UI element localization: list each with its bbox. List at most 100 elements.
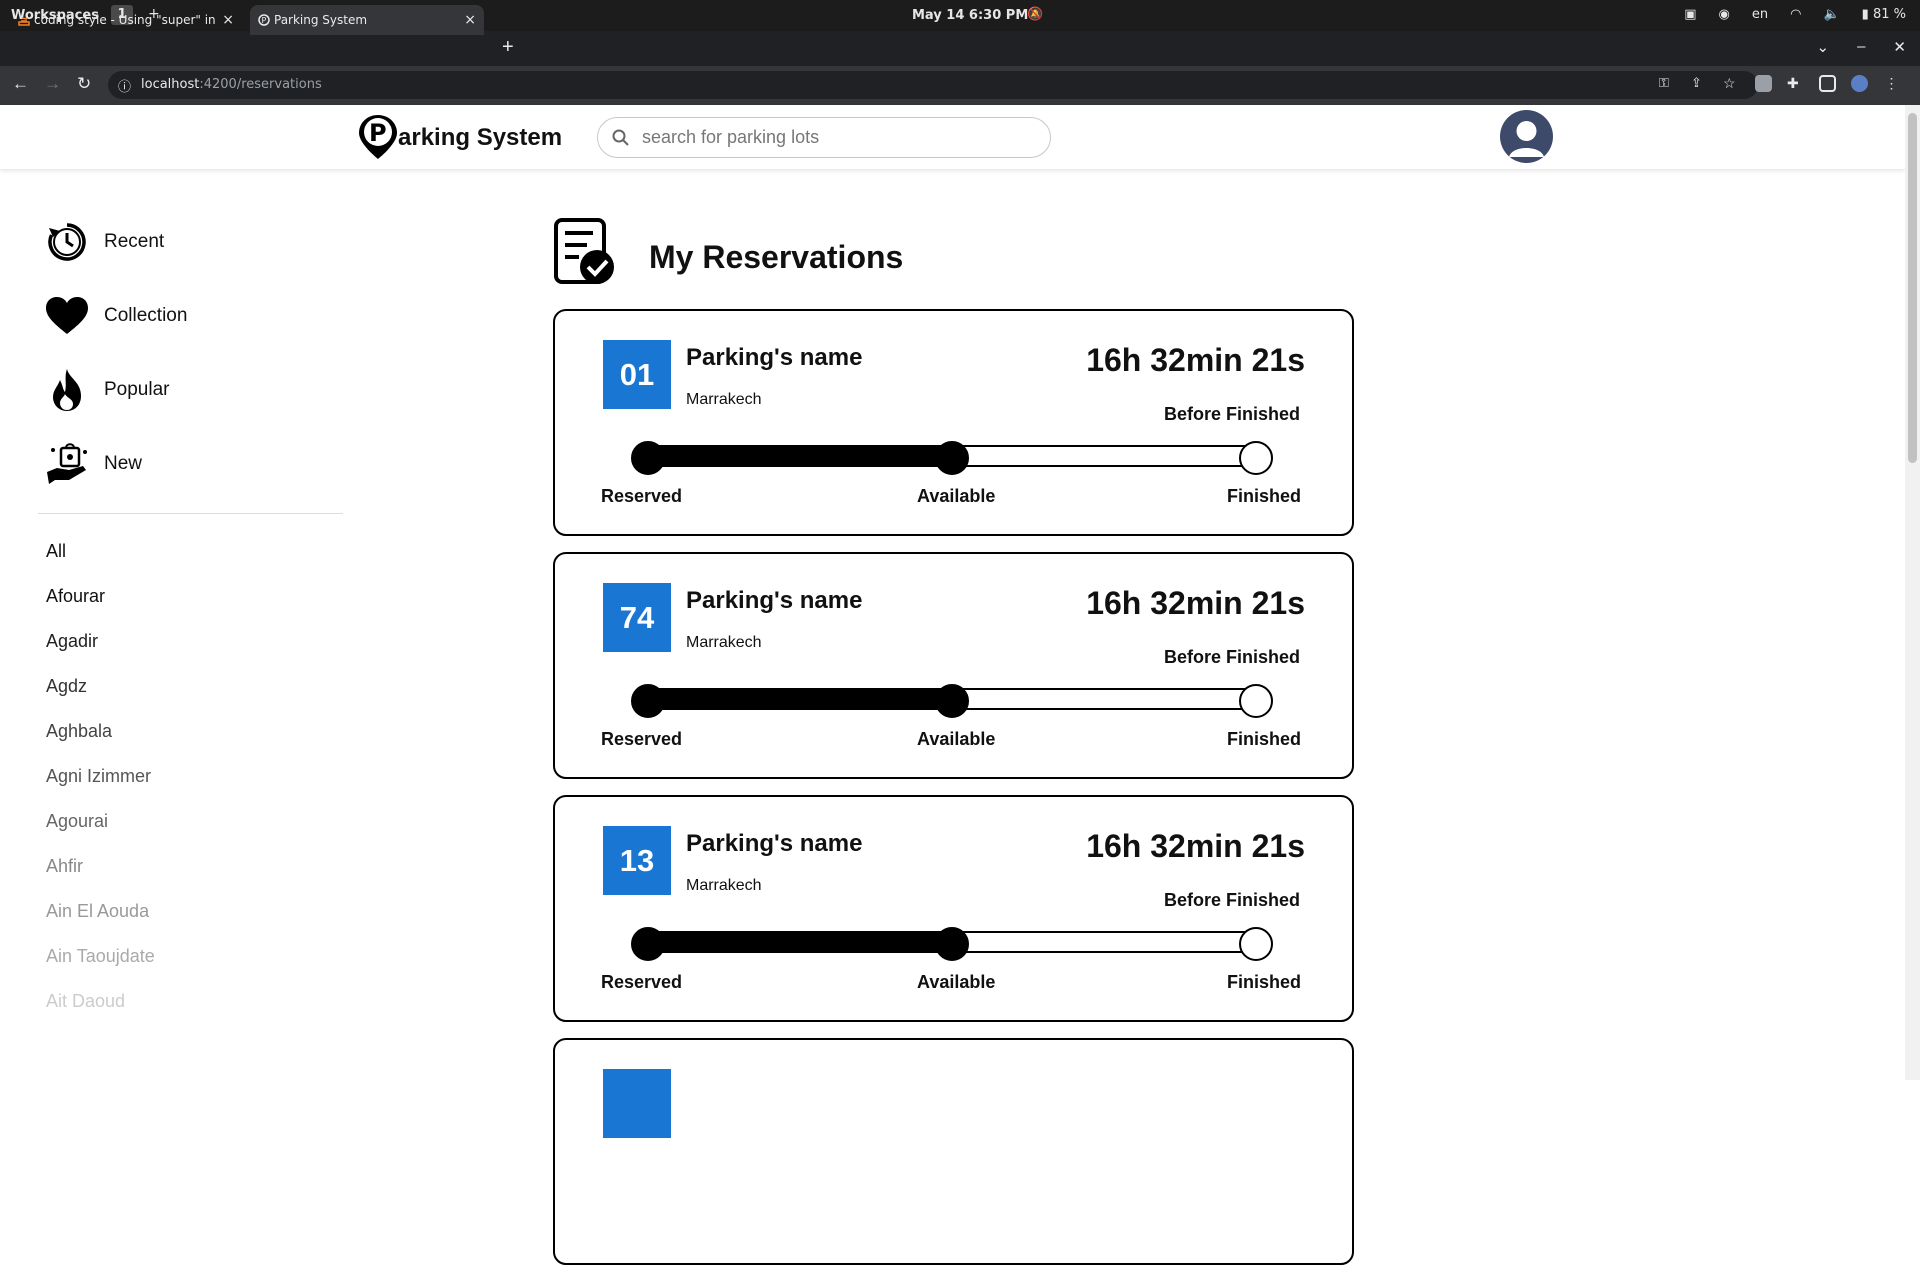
step-label-reserved: Reserved <box>601 486 683 506</box>
extensions-puzzle-icon[interactable]: ✚ <box>1787 75 1804 92</box>
language-indicator[interactable]: en <box>1752 7 1768 22</box>
heart-icon <box>44 294 89 339</box>
step-label-available: Available <box>917 729 996 749</box>
extension-icon[interactable] <box>1755 75 1772 92</box>
step-available-dot <box>935 927 969 961</box>
sidebar-item-label: New <box>104 453 143 474</box>
app-viewport: P arking System Recent Coll <box>0 105 1905 1265</box>
step-label-finished: Finished <box>1227 972 1302 992</box>
sidebar-item-label: Recent <box>104 231 165 252</box>
parking-pin-icon: P <box>359 115 397 159</box>
minimize-icon[interactable]: – <box>1857 38 1865 56</box>
wifi-icon[interactable]: ◠ <box>1790 7 1801 22</box>
search-box[interactable] <box>597 117 1051 158</box>
sidebar-divider <box>38 513 343 514</box>
tab-title: Parking System <box>274 13 368 27</box>
logo-text: arking System <box>398 124 563 151</box>
reservations-clipboard-icon <box>554 218 614 284</box>
recent-clock-icon <box>44 220 89 265</box>
browser-tab-bar <box>0 31 1920 66</box>
user-avatar[interactable] <box>1500 110 1553 163</box>
city-item[interactable]: Agni Izimmer <box>46 754 155 799</box>
password-key-icon[interactable]: ⚿ <box>1659 75 1676 92</box>
sidebar-item-popular[interactable]: Popular <box>44 353 187 427</box>
sidebar-item-collection[interactable]: Collection <box>44 279 187 353</box>
sidebar-item-new[interactable]: New <box>44 427 187 501</box>
reservation-card[interactable]: 01 Parking's name Marrakech 16h 32min 21… <box>553 309 1354 536</box>
step-label-reserved: Reserved <box>601 972 683 992</box>
volume-icon[interactable]: 🔈 <box>1823 7 1839 22</box>
progress-fill <box>651 447 953 465</box>
close-window-icon[interactable]: ✕ <box>1893 38 1906 56</box>
page-title: My Reservations <box>649 239 904 275</box>
city-item[interactable]: Ait Daoud <box>46 979 155 1024</box>
city-item[interactable]: Aghbala <box>46 709 155 754</box>
flame-icon <box>44 368 89 413</box>
logo[interactable]: P arking System <box>356 113 562 161</box>
site-info-icon[interactable]: ⓘ <box>118 76 131 95</box>
share-icon[interactable]: ⇪ <box>1691 75 1708 92</box>
progress-fill <box>651 933 953 951</box>
back-icon[interactable]: ← <box>12 74 29 94</box>
tab-search-icon[interactable]: ⌄ <box>1817 38 1830 56</box>
url-path: :4200/reservations <box>199 77 322 92</box>
step-finished-dot <box>1239 927 1273 961</box>
timer-label: Before Finished <box>1163 404 1300 424</box>
step-finished-dot <box>1239 684 1273 718</box>
countdown-timer: 16h 32min 21s <box>1086 828 1305 864</box>
forward-icon[interactable]: → <box>44 74 61 94</box>
new-bag-hand-icon <box>44 442 89 487</box>
new-tab-button[interactable]: + <box>502 36 514 59</box>
sidebar-item-recent[interactable]: Recent <box>44 205 187 279</box>
battery-indicator[interactable]: ▮ 81 % <box>1862 7 1906 22</box>
city-item[interactable]: Afourar <box>46 574 155 619</box>
page-scrollbar[interactable] <box>1905 105 1920 1080</box>
user-silhouette-icon <box>1501 111 1552 162</box>
address-bar[interactable] <box>108 71 1758 99</box>
step-label-finished: Finished <box>1227 486 1302 506</box>
sidebar-item-label: Popular <box>104 379 170 400</box>
timer-label: Before Finished <box>1163 890 1300 910</box>
battery-level: 81 % <box>1872 7 1906 22</box>
city-item[interactable]: Agdz <box>46 664 155 709</box>
close-tab-icon[interactable]: × <box>222 5 234 35</box>
notifications-muted-icon[interactable]: 🔕 <box>1027 7 1043 22</box>
city-item[interactable]: Ahfir <box>46 844 155 889</box>
step-reserved-dot <box>631 684 665 718</box>
city-filter-list: All Afourar Agadir Agdz Aghbala Agni Izi… <box>46 529 155 1024</box>
city-item[interactable]: Ain El Aouda <box>46 889 155 934</box>
step-label-available: Available <box>917 972 996 992</box>
browser-tab-coding-style[interactable]: coding style - Using "super" in × <box>10 5 242 35</box>
app-header: P arking System <box>0 105 1905 169</box>
countdown-timer: 16h 32min 21s <box>1086 342 1305 378</box>
city-item[interactable]: Ain Taoujdate <box>46 934 155 979</box>
parking-name: Parking's name <box>686 830 863 857</box>
parking-city: Marrakech <box>686 877 762 894</box>
reservation-card-partial[interactable] <box>553 1038 1354 1265</box>
step-label-available: Available <box>917 486 996 506</box>
menu-kebab-icon[interactable]: ⋮ <box>1883 75 1900 92</box>
profile-avatar-icon[interactable] <box>1851 75 1868 92</box>
step-reserved-dot <box>631 441 665 475</box>
reservation-card[interactable]: 13 Parking's name Marrakech 16h 32min 21… <box>553 795 1354 1022</box>
reservation-card[interactable]: 74 Parking's name Marrakech 16h 32min 21… <box>553 552 1354 779</box>
scrollbar-thumb[interactable] <box>1908 113 1917 463</box>
battery-icon: ▮ <box>1861 7 1869 22</box>
url-text[interactable]: localhost:4200/reservations <box>141 77 322 92</box>
parking-name: Parking's name <box>686 587 863 614</box>
parking-favicon-icon: P <box>258 14 270 26</box>
window-icon[interactable]: ▣ <box>1684 7 1696 22</box>
discord-icon[interactable]: ◉ <box>1719 7 1730 22</box>
system-clock[interactable]: May 14 6:30 PM <box>912 8 1028 23</box>
reload-icon[interactable]: ↻ <box>77 74 91 94</box>
reservation-number-badge: 01 <box>603 340 671 409</box>
parking-name: Parking's name <box>686 344 863 371</box>
city-item[interactable]: Agadir <box>46 619 155 664</box>
search-input[interactable] <box>642 127 1022 148</box>
browser-tab-parking-system[interactable]: P Parking System × <box>250 5 484 35</box>
bookmark-star-icon[interactable]: ☆ <box>1723 75 1740 92</box>
side-panel-icon[interactable] <box>1819 75 1836 92</box>
city-item[interactable]: All <box>46 529 155 574</box>
close-tab-icon[interactable]: × <box>464 5 476 35</box>
city-item[interactable]: Agourai <box>46 799 155 844</box>
